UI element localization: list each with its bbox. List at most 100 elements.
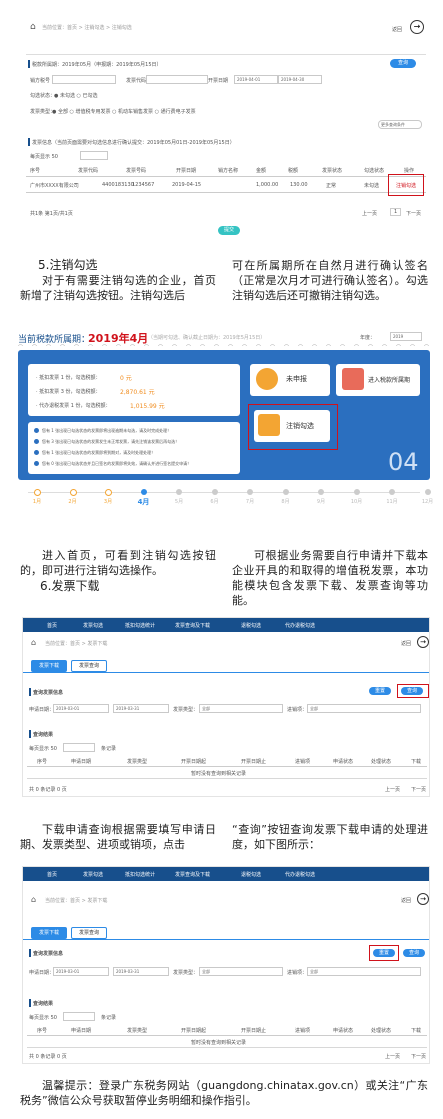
not-declared-icon (256, 368, 278, 390)
date-to-input[interactable]: 2019-04-30 (278, 75, 322, 84)
return-label[interactable]: 返回 (401, 640, 411, 647)
pager-info: 共1条 第1页/共1页 (30, 211, 73, 217)
next-page[interactable]: 下一页 (406, 210, 421, 217)
nav-download[interactable]: 发票查询及下载 (175, 622, 210, 629)
breadcrumb: 当前位置：首页 > 发票下载 (45, 641, 108, 647)
nav-agent-refund[interactable]: 代办退税勾选 (285, 622, 315, 629)
nav-home[interactable]: 首页 (47, 871, 57, 878)
return-icon[interactable]: → (417, 636, 429, 648)
section-marker (29, 949, 31, 957)
col-seq: 序号 (37, 1028, 48, 1034)
month-label-4[interactable]: 4月 (135, 497, 153, 507)
screenshot-query-result: 首页 发票勾选 抵扣勾选统计 发票查询及下载 退税勾选 代办退税勾选 ⌂ 当前位… (22, 866, 430, 1064)
month-label-9[interactable]: 9月 (312, 498, 330, 505)
enter-period-card[interactable]: 进入税款所属期 (336, 364, 420, 396)
per-page-box[interactable] (80, 151, 108, 160)
month-dot-2[interactable] (69, 489, 77, 496)
month-label-10[interactable]: 10月 (348, 498, 366, 505)
home-icon[interactable]: ⌂ (30, 22, 36, 32)
cancel-check-highlight (248, 404, 338, 450)
enter-period-label: 进入税款所属期 (368, 377, 411, 384)
nav-check[interactable]: 发票勾选 (83, 622, 103, 629)
date-from-input[interactable]: 2019-03-01 (53, 704, 109, 713)
per-page-select[interactable]: 每页显示 50 (30, 153, 58, 160)
return-label[interactable]: 返回 (401, 897, 411, 904)
home-icon[interactable]: ⌂ (31, 895, 36, 904)
col-amount: 金额 (256, 168, 267, 174)
month-dot-4[interactable] (140, 489, 147, 495)
month-label-5[interactable]: 5月 (170, 498, 188, 505)
date-from-input[interactable]: 2019-03-01 (53, 967, 109, 976)
month-dot-1[interactable] (34, 489, 41, 496)
nav-refund[interactable]: 退税勾选 (241, 871, 261, 878)
table-row: 广州市XXXX有限公司 4400183130 1234567 2019-04-1… (26, 178, 426, 193)
month-dot-11[interactable] (389, 489, 395, 495)
nav-stats[interactable]: 抵扣勾选统计 (125, 622, 155, 629)
date-to-input[interactable]: 2019-03-31 (113, 704, 169, 713)
nav-home[interactable]: 首页 (47, 622, 57, 629)
page-number[interactable]: 1 (390, 208, 402, 216)
notice-2: 您有 3 张出现已勾选状态的发票发生未正常发票，请先注销该发票后再勾选！ (42, 439, 180, 444)
para-dashboard-left: 进入首页，可看到注销勾选按钮的，即可进行注销勾选操作。 (20, 549, 216, 577)
invoice-code-input[interactable] (146, 75, 208, 84)
prev-page[interactable]: 上一页 (362, 210, 377, 217)
col-type: 发票类型 (127, 1028, 148, 1034)
col-proc-status: 处理状态 (371, 1028, 392, 1034)
next-page[interactable]: 下一页 (411, 1053, 426, 1060)
invoice-type-radios[interactable]: ● 全部 ○ 增值税专用发票 ○ 机动车销售发票 ○ 通行费电子发票 (52, 108, 196, 115)
month-dot-12[interactable] (424, 489, 431, 495)
month-label-1[interactable]: 1月 (28, 498, 46, 505)
month-dot-9[interactable] (318, 489, 324, 495)
per-page-select[interactable] (63, 743, 95, 752)
nav-download[interactable]: 发票查询及下载 (175, 871, 210, 878)
reset-button[interactable]: 重置 (369, 687, 391, 695)
nav-agent-refund[interactable]: 代办退税勾选 (285, 871, 315, 878)
check-status-radios[interactable]: ● 未勾选 ○ 已勾选 (54, 92, 98, 99)
nav-check[interactable]: 发票勾选 (83, 871, 103, 878)
seller-taxid-input[interactable] (52, 75, 116, 84)
month-dot-7[interactable] (247, 489, 253, 495)
month-dot-5[interactable] (176, 489, 182, 495)
query-button[interactable]: 查询 (390, 59, 416, 68)
invoice-type-select[interactable]: 全部 (199, 704, 283, 713)
tab-download[interactable]: 发票下载 (31, 927, 67, 939)
submit-button[interactable]: 提交 (218, 226, 240, 235)
month-dot-10[interactable] (353, 489, 360, 495)
date-to-input[interactable]: 2019-03-31 (113, 967, 169, 976)
query-button[interactable]: 查询 (403, 949, 425, 957)
per-page-select[interactable] (63, 1012, 95, 1021)
more-conditions-button[interactable]: 更多查询条件 (378, 120, 422, 129)
cell-tax: 130.00 (290, 182, 308, 188)
prev-page[interactable]: 上一页 (385, 786, 400, 793)
nav-stats[interactable]: 抵扣勾选统计 (125, 871, 155, 878)
next-page[interactable]: 下一页 (411, 786, 426, 793)
date-from-input[interactable]: 2019-04-01 (234, 75, 278, 84)
month-dot-6[interactable] (211, 489, 218, 495)
month-label-3[interactable]: 3月 (99, 498, 117, 505)
tab-query[interactable]: 发票查询 (71, 927, 107, 939)
home-icon[interactable]: ⌂ (31, 638, 36, 647)
return-icon[interactable]: → (417, 893, 429, 905)
month-label-6[interactable]: 6月 (206, 498, 224, 505)
month-label-7[interactable]: 7月 (241, 498, 259, 505)
month-label-12[interactable]: 12月 (419, 498, 437, 505)
stat-3-label: · 代办退税发票 1 份，勾选税额： (36, 403, 111, 409)
direction-select[interactable]: 全部 (307, 967, 421, 976)
month-label-2[interactable]: 2月 (64, 498, 82, 505)
nav-refund[interactable]: 退税勾选 (241, 622, 261, 629)
month-label-11[interactable]: 11月 (383, 498, 401, 505)
month-label-8[interactable]: 8月 (277, 498, 295, 505)
prev-page[interactable]: 上一页 (385, 1053, 400, 1060)
return-label[interactable]: 返回 (392, 26, 402, 33)
return-icon[interactable]: → (410, 20, 424, 34)
tab-query[interactable]: 发票查询 (71, 660, 107, 672)
result-marker (29, 730, 31, 738)
month-dot-3[interactable] (105, 489, 112, 496)
month-dot-8[interactable] (282, 489, 289, 495)
year-select[interactable]: 2019 (390, 332, 422, 341)
not-declared-card[interactable]: 未申报 (250, 364, 330, 396)
direction-select[interactable]: 全部 (307, 704, 421, 713)
period-title-note: （当期可勾选、确认截止日期为：2019年5月15日） (148, 335, 266, 341)
invoice-type-select[interactable]: 全部 (199, 967, 283, 976)
tab-download[interactable]: 发票下载 (31, 660, 67, 672)
